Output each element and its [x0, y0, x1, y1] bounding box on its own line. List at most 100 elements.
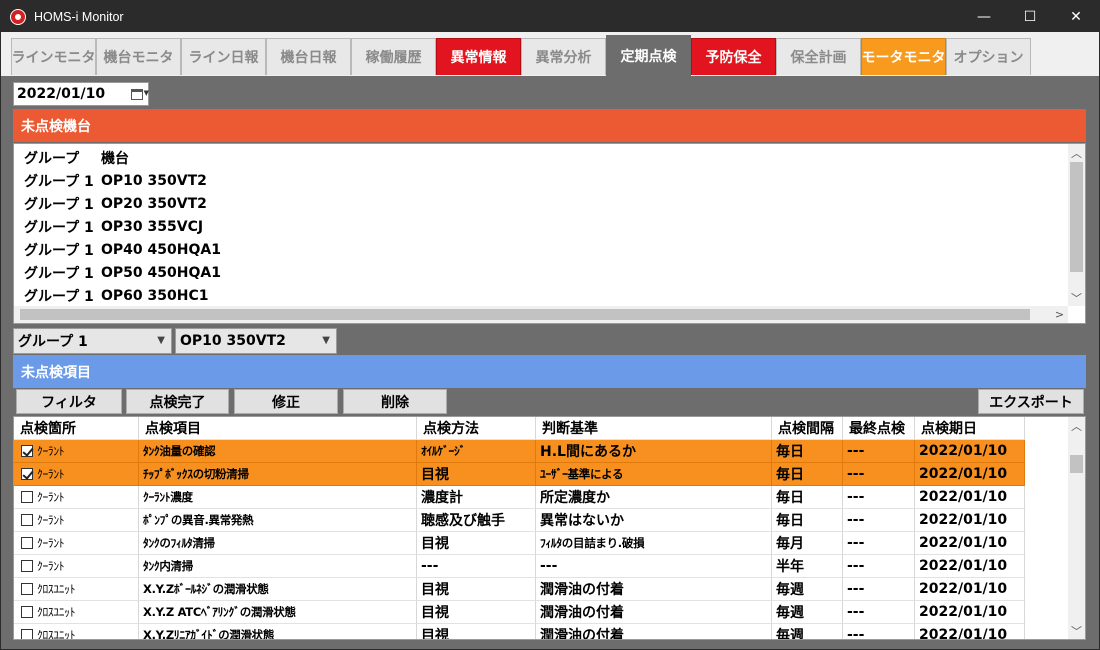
row-checkbox[interactable]: [21, 514, 33, 526]
place-cell: ｸｰﾗﾝﾄ: [14, 486, 139, 509]
last-check-cell: ---: [843, 578, 915, 601]
periodic-inspection-panel: 2022/01/10 ▼ 未点検機台 グループ 機台 グループ 1 OP10 350V…: [1, 76, 1099, 649]
machine-cell: OP50 450HQA1: [101, 264, 221, 281]
machine-cell: OP40 450HQA1: [101, 241, 221, 258]
tab-preventive-maintenance[interactable]: 予防保全: [691, 38, 776, 75]
table-row[interactable]: グループ 1 OP30 355VCJ: [14, 215, 203, 238]
tab-options[interactable]: オプション: [946, 38, 1031, 75]
main-tab-strip: ラインモニタ 機台モニタ ライン日報 機台日報 稼働履歴 異常情報 異常分析 定…: [1, 32, 1099, 76]
vertical-scrollbar[interactable]: ︿ ﹀: [1068, 144, 1085, 306]
table-row[interactable]: グループ 1 OP20 350VT2: [14, 192, 207, 215]
tab-machine-daily-report[interactable]: 機台日報: [266, 38, 351, 75]
row-checkbox[interactable]: [21, 560, 33, 572]
group-select[interactable]: グループ 1 ▼: [13, 328, 172, 354]
item-cell: ﾀﾝｸ内清掃: [139, 555, 417, 578]
criteria-cell: 異常はないか: [536, 509, 772, 532]
table-row[interactable]: グループ 1 OP50 450HQA1: [14, 261, 221, 284]
machine-select-value: OP10 350VT2: [180, 333, 286, 349]
place-cell: ｸﾛｽﾕﾆｯﾄ: [14, 578, 139, 601]
filter-button[interactable]: フィルタ: [16, 389, 122, 414]
tab-error-info[interactable]: 異常情報: [436, 38, 521, 75]
tab-motor-monitor[interactable]: モータモニタ: [861, 38, 946, 75]
place-text: ｸｰﾗﾝﾄ: [37, 490, 65, 504]
scroll-thumb[interactable]: [1070, 455, 1083, 473]
tab-periodic-inspection[interactable]: 定期点検: [606, 35, 691, 76]
column-header[interactable]: 点検間隔: [772, 417, 843, 440]
column-header[interactable]: 判断基準: [536, 417, 772, 440]
scroll-down-icon[interactable]: ﹀: [1068, 622, 1085, 639]
criteria-cell: 潤滑油の付着: [536, 624, 772, 639]
group-cell: グループ 1: [24, 265, 94, 282]
window-title: HOMS-i Monitor: [34, 9, 124, 24]
items-toolbar: フィルタ 点検完了 修正 削除 エクスポート: [13, 389, 1086, 415]
table-row[interactable]: ｸﾛｽﾕﾆｯﾄ X.Y.Z ATCﾍﾞｱﾘﾝｸﾞの潤滑状態 目視 潤滑油の付着 毎週 --…: [14, 601, 1025, 624]
tab-error-analysis[interactable]: 異常分析: [521, 38, 606, 75]
method-cell: 濃度計: [417, 486, 536, 509]
tab-operation-history[interactable]: 稼働履歴: [351, 38, 436, 75]
tab-line-daily-report[interactable]: ライン日報: [181, 38, 266, 75]
minimize-button[interactable]: —: [961, 1, 1007, 32]
group-cell: グループ 1: [24, 219, 94, 236]
unchecked-machines-list[interactable]: グループ 機台 グループ 1 OP10 350VT2 グループ 1 OP20 350VT2…: [13, 143, 1086, 324]
table-row[interactable]: ｸｰﾗﾝﾄ ﾀﾝｸ油量の確認 ｵｲﾙｹﾞｰｼﾞ H.L間にあるか 毎日 --- 2022/0…: [14, 440, 1025, 463]
table-row[interactable]: ｸｰﾗﾝﾄ ﾀﾝｸ内清掃 --- --- 半年 --- 2022/01/10: [14, 555, 1025, 578]
scroll-thumb[interactable]: [1070, 162, 1083, 272]
table-row[interactable]: ｸｰﾗﾝﾄ ﾁｯﾌﾟﾎﾞｯｸｽの切粉清掃 目視 ﾕｰｻﾞｰ基準による 毎日 --- 2022…: [14, 463, 1025, 486]
place-text: ｸｰﾗﾝﾄ: [37, 536, 65, 550]
group-cell: グループ 1: [24, 196, 94, 213]
horizontal-scrollbar[interactable]: >: [14, 306, 1068, 323]
column-header[interactable]: 点検項目: [139, 417, 417, 440]
table-row[interactable]: ｸｰﾗﾝﾄ ｸｰﾗﾝﾄ濃度 濃度計 所定濃度か 毎日 --- 2022/01/10: [14, 486, 1025, 509]
table-row[interactable]: ｸﾛｽﾕﾆｯﾄ X.Y.Zﾘﾆｱｶﾞｲﾄﾞの潤滑状態 目視 潤滑油の付着 毎週 --- 20…: [14, 624, 1025, 639]
table-row[interactable]: グループ 1 OP40 450HQA1: [14, 238, 221, 261]
export-button[interactable]: エクスポート: [978, 389, 1084, 414]
unchecked-items-table[interactable]: 点検箇所 点検項目 点検方法 判断基準 点検間隔 最終点検 点検期日 ｸｰﾗﾝﾄ ﾀﾝｸ油量の…: [13, 416, 1086, 640]
due-date-cell: 2022/01/10: [915, 601, 1025, 624]
scroll-up-icon[interactable]: ︿: [1068, 417, 1085, 434]
machine-select[interactable]: OP10 350VT2 ▼: [175, 328, 337, 354]
table-row[interactable]: ｸｰﾗﾝﾄ ﾀﾝｸのﾌｨﾙﾀ清掃 目視 ﾌｨﾙﾀの目詰まり.破損 毎月 --- 2022/0…: [14, 532, 1025, 555]
column-header[interactable]: 点検箇所: [14, 417, 139, 440]
vertical-scrollbar[interactable]: ︿ ﹀: [1068, 417, 1085, 639]
place-text: ｸﾛｽﾕﾆｯﾄ: [37, 605, 76, 619]
scroll-down-icon[interactable]: ﹀: [1068, 289, 1085, 306]
maximize-button[interactable]: ☐: [1007, 1, 1053, 32]
tab-line-monitor[interactable]: ラインモニタ: [11, 38, 96, 75]
scroll-up-icon[interactable]: ︿: [1068, 144, 1085, 161]
table-row[interactable]: グループ 1 OP60 350HC1: [14, 284, 208, 307]
place-text: ｸｰﾗﾝﾄ: [37, 513, 65, 527]
last-check-cell: ---: [843, 532, 915, 555]
row-checkbox[interactable]: [21, 491, 33, 503]
due-date-cell: 2022/01/10: [915, 532, 1025, 555]
edit-button[interactable]: 修正: [234, 389, 338, 414]
place-cell: ｸｰﾗﾝﾄ: [14, 463, 139, 486]
table-row[interactable]: グループ 1 OP10 350VT2: [14, 169, 207, 192]
scroll-thumb[interactable]: [20, 309, 1030, 320]
criteria-cell: ﾌｨﾙﾀの目詰まり.破損: [536, 532, 772, 555]
criteria-cell: ﾕｰｻﾞｰ基準による: [536, 463, 772, 486]
row-checkbox[interactable]: [21, 583, 33, 595]
interval-cell: 毎日: [772, 486, 843, 509]
column-header[interactable]: 点検方法: [417, 417, 536, 440]
close-button[interactable]: ✕: [1053, 1, 1099, 32]
table-row[interactable]: ｸｰﾗﾝﾄ ﾎﾟﾝﾌﾟの異音.異常発熱 聴感及び触手 異常はないか 毎日 --- 2022/…: [14, 509, 1025, 532]
row-checkbox[interactable]: [21, 629, 33, 639]
table-row[interactable]: ｸﾛｽﾕﾆｯﾄ X.Y.Zﾎﾞｰﾙﾈｼﾞの潤滑状態 目視 潤滑油の付着 毎週 --- 202…: [14, 578, 1025, 601]
group-cell: グループ 1: [24, 173, 94, 190]
tab-machine-monitor[interactable]: 機台モニタ: [96, 38, 181, 75]
column-header[interactable]: 点検期日: [915, 417, 1025, 440]
complete-inspection-button[interactable]: 点検完了: [126, 389, 229, 414]
column-header[interactable]: 最終点検: [843, 417, 915, 440]
row-checkbox[interactable]: [21, 606, 33, 618]
row-checkbox[interactable]: [21, 445, 33, 457]
row-checkbox[interactable]: [21, 468, 33, 480]
place-text: ｸｰﾗﾝﾄ: [37, 444, 65, 458]
interval-cell: 毎日: [772, 440, 843, 463]
last-check-cell: ---: [843, 509, 915, 532]
tab-maintenance-plan[interactable]: 保全計画: [776, 38, 861, 75]
scroll-right-icon[interactable]: >: [1051, 306, 1068, 323]
delete-button[interactable]: 削除: [343, 389, 447, 414]
date-picker[interactable]: 2022/01/10 ▼: [13, 82, 149, 106]
row-checkbox[interactable]: [21, 537, 33, 549]
place-text: ｸｰﾗﾝﾄ: [37, 467, 65, 481]
